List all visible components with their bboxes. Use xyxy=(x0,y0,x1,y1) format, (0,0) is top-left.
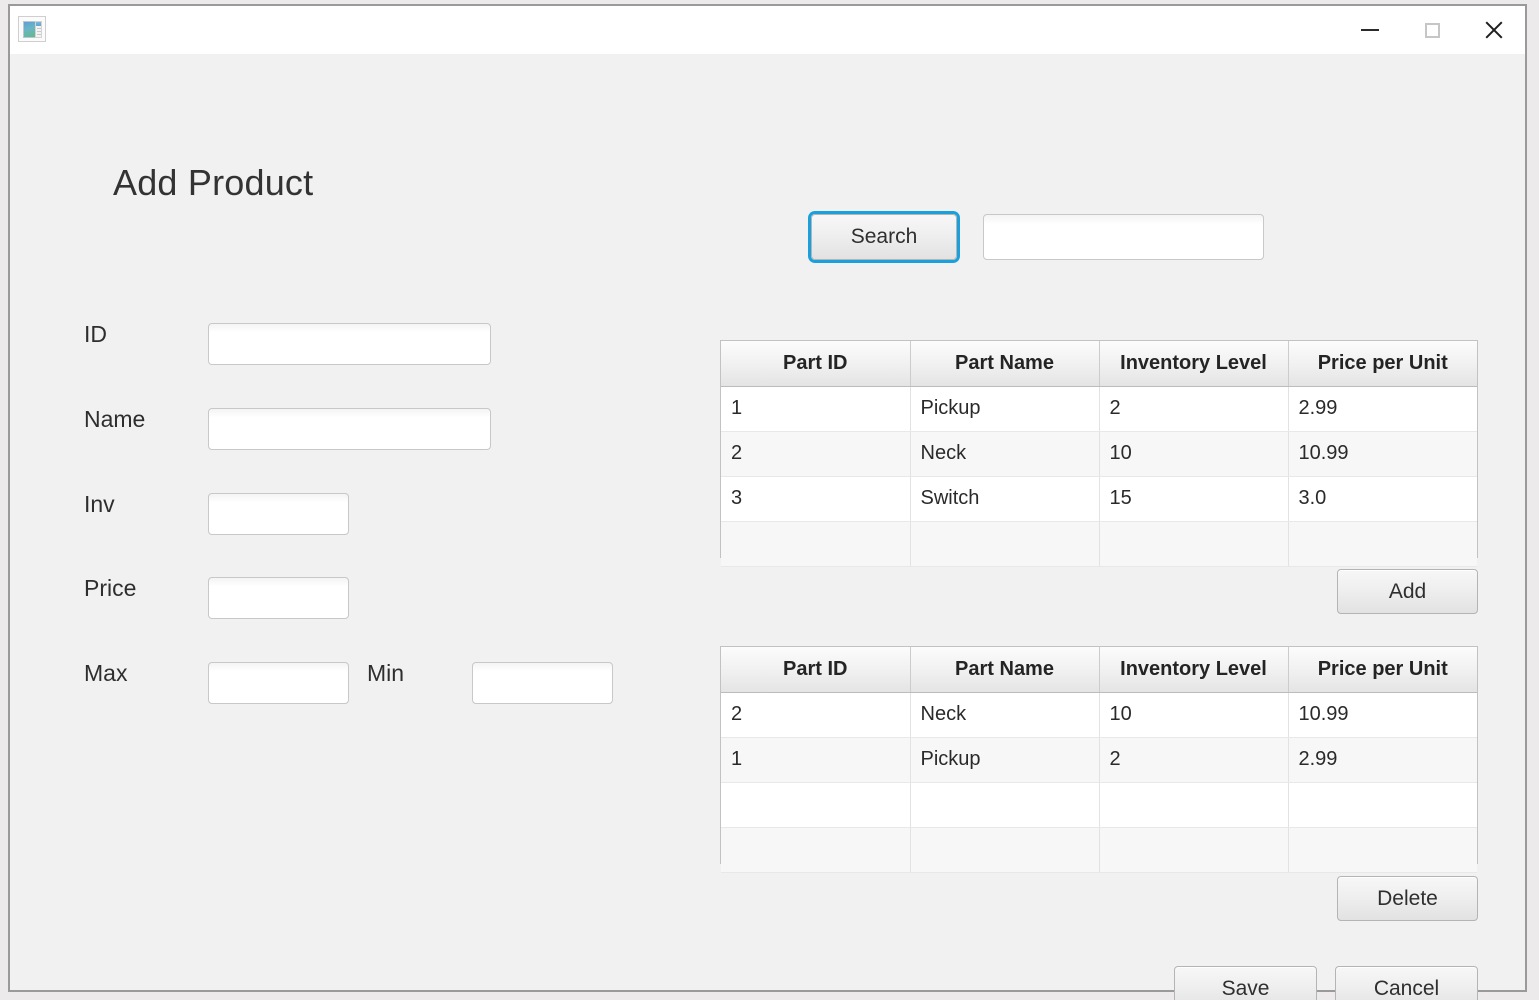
table-row[interactable] xyxy=(721,521,1477,567)
cell-part-id[interactable]: 1 xyxy=(721,737,911,783)
table-row[interactable]: 2 Neck 10 10.99 xyxy=(721,692,1477,738)
price-label: Price xyxy=(84,575,137,601)
inv-input[interactable] xyxy=(208,493,349,535)
cell-part-id[interactable]: 1 xyxy=(721,386,911,432)
table-row[interactable] xyxy=(721,827,1477,873)
cell-price-per-unit[interactable]: 10.99 xyxy=(1288,692,1477,738)
minimize-button[interactable] xyxy=(1339,6,1401,54)
cell-inventory-level[interactable] xyxy=(1099,521,1289,567)
delete-button[interactable]: Delete xyxy=(1337,876,1478,921)
cell-inventory-level[interactable]: 15 xyxy=(1099,476,1289,522)
table-row[interactable]: 1 Pickup 2 2.99 xyxy=(721,386,1477,432)
inv-label: Inv xyxy=(84,491,115,517)
cell-price-per-unit[interactable] xyxy=(1288,521,1477,567)
all-parts-table[interactable]: Part ID Part Name Inventory Level Price … xyxy=(720,340,1478,567)
cell-part-id[interactable] xyxy=(721,782,911,828)
cell-price-per-unit[interactable] xyxy=(1288,827,1477,873)
table-row[interactable]: 1 Pickup 2 2.99 xyxy=(721,737,1477,783)
name-label: Name xyxy=(84,406,146,432)
cell-price-per-unit[interactable]: 2.99 xyxy=(1288,737,1477,783)
cell-inventory-level[interactable]: 2 xyxy=(1099,737,1289,783)
app-icon-list xyxy=(35,21,42,38)
column-header-part-id[interactable]: Part ID xyxy=(721,341,911,387)
page-title: Add Product xyxy=(113,162,314,203)
minimize-icon xyxy=(1361,29,1379,31)
cell-price-per-unit[interactable]: 3.0 xyxy=(1288,476,1477,522)
column-header-part-id[interactable]: Part ID xyxy=(721,647,911,693)
table-header-row: Part ID Part Name Inventory Level Price … xyxy=(721,647,1477,693)
app-form-icon xyxy=(18,16,46,42)
cell-part-name[interactable] xyxy=(910,521,1100,567)
close-icon xyxy=(1484,20,1504,40)
table-header-row: Part ID Part Name Inventory Level Price … xyxy=(721,341,1477,387)
cancel-button[interactable]: Cancel xyxy=(1335,966,1478,1000)
cell-part-name[interactable]: Neck xyxy=(910,692,1100,738)
cell-part-name[interactable]: Switch xyxy=(910,476,1100,522)
id-label: ID xyxy=(84,321,107,347)
close-button[interactable] xyxy=(1463,6,1525,54)
column-header-price-per-unit[interactable]: Price per Unit xyxy=(1288,341,1477,387)
maximize-button[interactable] xyxy=(1401,6,1463,54)
cell-part-id[interactable] xyxy=(721,827,911,873)
max-input[interactable] xyxy=(208,662,349,704)
column-header-price-per-unit[interactable]: Price per Unit xyxy=(1288,647,1477,693)
min-input[interactable] xyxy=(472,662,613,704)
add-button[interactable]: Add xyxy=(1337,569,1478,614)
cell-part-name[interactable]: Pickup xyxy=(910,386,1100,432)
cell-part-id[interactable]: 3 xyxy=(721,476,911,522)
cell-price-per-unit[interactable]: 2.99 xyxy=(1288,386,1477,432)
cell-price-per-unit[interactable]: 10.99 xyxy=(1288,431,1477,477)
cell-part-name[interactable] xyxy=(910,827,1100,873)
id-input[interactable] xyxy=(208,323,491,365)
column-header-part-name[interactable]: Part Name xyxy=(910,341,1100,387)
title-bar xyxy=(10,6,1525,54)
max-label: Max xyxy=(84,660,128,686)
price-input[interactable] xyxy=(208,577,349,619)
window-controls xyxy=(1339,6,1525,54)
search-button[interactable]: Search xyxy=(811,214,957,260)
cell-inventory-level[interactable]: 10 xyxy=(1099,692,1289,738)
search-input[interactable] xyxy=(983,214,1264,260)
table-row[interactable]: 2 Neck 10 10.99 xyxy=(721,431,1477,477)
application-window: Add Product Search ID Name Inv Price Max… xyxy=(8,4,1527,1000)
screen: Add Product Search ID Name Inv Price Max… xyxy=(0,0,1539,1000)
column-header-part-name[interactable]: Part Name xyxy=(910,647,1100,693)
save-button[interactable]: Save xyxy=(1174,966,1317,1000)
cell-inventory-level[interactable]: 2 xyxy=(1099,386,1289,432)
cell-part-id[interactable]: 2 xyxy=(721,692,911,738)
table-row[interactable]: 3 Switch 15 3.0 xyxy=(721,476,1477,522)
cell-inventory-level[interactable]: 10 xyxy=(1099,431,1289,477)
cell-part-id[interactable] xyxy=(721,521,911,567)
min-label: Min xyxy=(367,660,405,686)
associated-parts-table[interactable]: Part ID Part Name Inventory Level Price … xyxy=(720,646,1478,873)
client-area: Add Product Search ID Name Inv Price Max… xyxy=(10,54,1525,1000)
name-input[interactable] xyxy=(208,408,491,450)
cell-inventory-level[interactable] xyxy=(1099,782,1289,828)
cell-inventory-level[interactable] xyxy=(1099,827,1289,873)
column-header-inventory-level[interactable]: Inventory Level xyxy=(1099,647,1289,693)
cell-part-id[interactable]: 2 xyxy=(721,431,911,477)
cell-part-name[interactable]: Pickup xyxy=(910,737,1100,783)
cell-price-per-unit[interactable] xyxy=(1288,782,1477,828)
table-row[interactable] xyxy=(721,782,1477,828)
cell-part-name[interactable] xyxy=(910,782,1100,828)
cell-part-name[interactable]: Neck xyxy=(910,431,1100,477)
column-header-inventory-level[interactable]: Inventory Level xyxy=(1099,341,1289,387)
maximize-icon xyxy=(1424,22,1440,38)
